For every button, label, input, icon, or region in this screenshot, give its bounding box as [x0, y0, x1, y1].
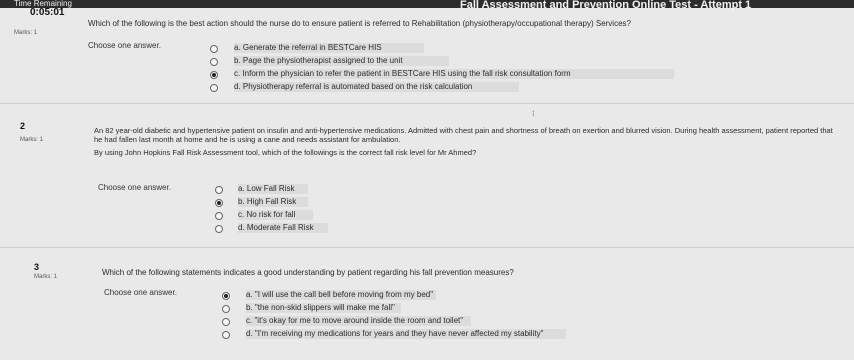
- question-2-option-c[interactable]: c. No risk for fall: [238, 210, 313, 220]
- question-2-option-c-radio[interactable]: [215, 212, 223, 220]
- question-1-option-c[interactable]: c. Inform the physician to refer the pat…: [234, 69, 674, 79]
- question-2-text-line-3: By using John Hopkins Fall Risk Assessme…: [94, 148, 477, 157]
- question-3-option-d[interactable]: d. "I'm receiving my medications for yea…: [246, 329, 566, 339]
- question-3-text: Which of the following statements indica…: [102, 268, 514, 277]
- question-1-option-b[interactable]: b. Page the physiotherapist assigned to …: [234, 56, 449, 66]
- question-3-option-b-radio[interactable]: [222, 305, 230, 313]
- question-2-option-a-radio[interactable]: [215, 186, 223, 194]
- question-1-option-d[interactable]: d. Physiotherapy referral is automated b…: [234, 82, 519, 92]
- question-3-number: 3: [34, 262, 40, 272]
- question-2-option-d-radio[interactable]: [215, 225, 223, 233]
- question-3-option-b[interactable]: b. "the non-skid slippers will make me f…: [246, 303, 401, 313]
- question-1-text: Which of the following is the best actio…: [88, 19, 631, 28]
- question-2-option-b-radio[interactable]: [215, 199, 223, 207]
- question-2-option-a[interactable]: a. Low Fall Risk: [238, 184, 308, 194]
- page-title: Fall Assessment and Prevention Online Te…: [460, 0, 752, 11]
- question-3-option-d-radio[interactable]: [222, 331, 230, 339]
- question-divider: [0, 247, 854, 248]
- question-3-option-c[interactable]: c. "it's okay for me to move around insi…: [246, 316, 471, 326]
- question-1-option-a[interactable]: a. Generate the referral in BESTCare HIS: [234, 43, 424, 53]
- question-2-option-b[interactable]: b. High Fall Risk: [238, 197, 308, 207]
- question-3-option-c-radio[interactable]: [222, 318, 230, 326]
- question-3-option-a-radio[interactable]: [222, 292, 230, 300]
- question-2-choose-label: Choose one answer.: [98, 183, 171, 192]
- question-3-choose-label: Choose one answer.: [104, 288, 177, 297]
- question-2-number: 2: [20, 121, 26, 131]
- question-2-text-line-1: An 82 year-old diabetic and hypertensive…: [94, 126, 833, 135]
- flag-icon[interactable]: ⁝: [532, 109, 535, 118]
- question-2-marks: Marks: 1: [20, 137, 44, 143]
- question-divider: [0, 103, 854, 104]
- question-1-option-c-radio[interactable]: [210, 71, 218, 79]
- question-3-option-a[interactable]: a. "I will use the call bell before movi…: [246, 290, 436, 300]
- question-3-marks: Marks: 1: [34, 274, 58, 280]
- question-1-choose-label: Choose one answer.: [88, 41, 161, 50]
- question-2-text-line-2: he had fallen last month at home and he …: [94, 135, 401, 144]
- question-2-option-d[interactable]: d. Moderate Fall Risk: [238, 223, 328, 233]
- question-1-option-d-radio[interactable]: [210, 84, 218, 92]
- question-1-option-b-radio[interactable]: [210, 58, 218, 66]
- question-1-marks: Marks: 1: [14, 30, 38, 36]
- time-remaining-value: 0:05:01: [30, 7, 65, 18]
- question-1-option-a-radio[interactable]: [210, 45, 218, 53]
